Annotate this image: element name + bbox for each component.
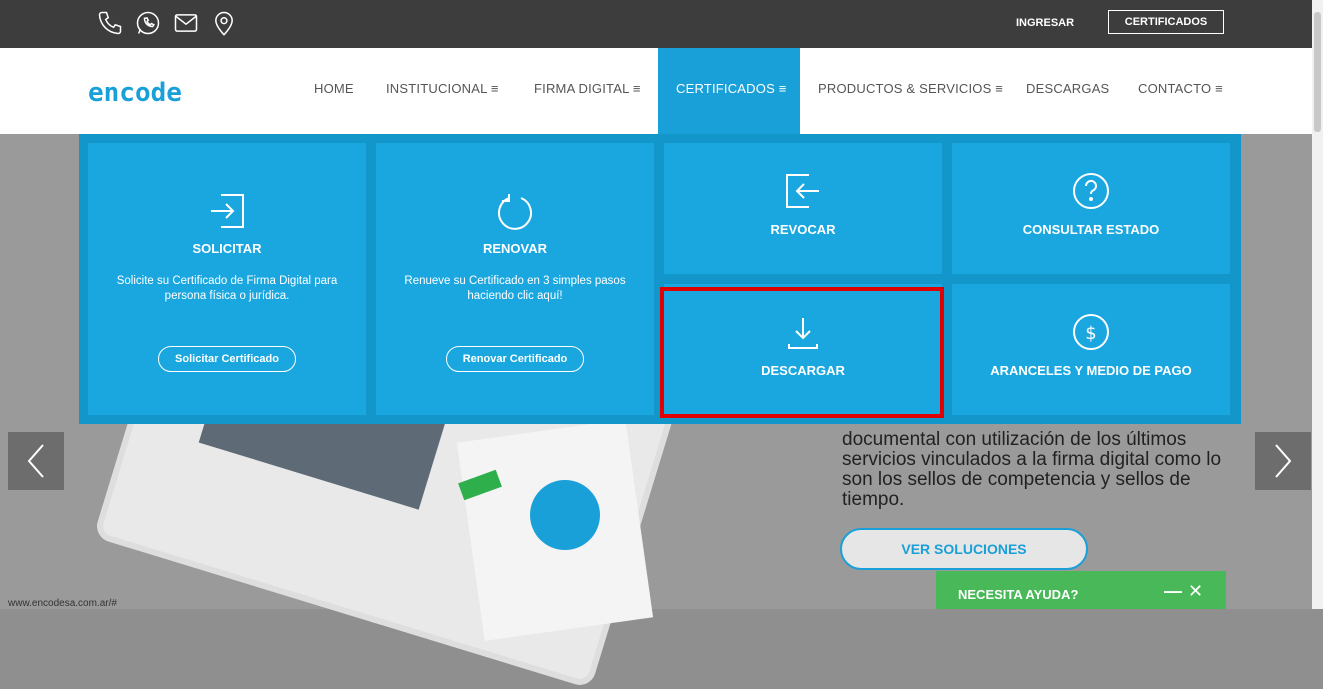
question-circle-icon <box>1073 173 1109 209</box>
slider-next-button[interactable] <box>1255 432 1311 490</box>
dollar-circle-icon: $ <box>1073 314 1109 350</box>
scrollbar[interactable] <box>1312 0 1323 609</box>
scrollbar-thumb[interactable] <box>1314 12 1321 132</box>
tile-title: REVOCAR <box>770 222 836 237</box>
tile-renovar[interactable]: RENOVAR Renueve su Certificado en 3 simp… <box>376 143 654 415</box>
ver-soluciones-button[interactable]: VER SOLUCIONES <box>840 528 1088 570</box>
svg-text:encode: encode <box>88 81 182 105</box>
nav-descargas[interactable]: DESCARGAS <box>1026 81 1109 101</box>
hero-text: documental con utilización de los último… <box>842 429 1222 510</box>
tile-description: Solicite su Certificado de Firma Digital… <box>116 275 338 302</box>
status-bar-url: www.encodesa.com.ar/# <box>8 598 117 609</box>
seal-image <box>530 480 600 550</box>
ingresar-link[interactable]: INGRESAR <box>1016 17 1074 29</box>
close-icon[interactable]: ✕ <box>1188 581 1203 602</box>
nav-productos-servicios[interactable]: PRODUCTOS & SERVICIOS ≡ <box>818 81 1003 101</box>
location-pin-icon[interactable] <box>210 9 238 37</box>
encode-logo[interactable]: encode <box>88 81 240 105</box>
tile-description: Renueve su Certificado en 3 simples paso… <box>404 275 626 302</box>
chevron-left-icon <box>27 444 44 478</box>
nav-contacto[interactable]: CONTACTO ≡ <box>1138 81 1223 101</box>
selection-highlight <box>660 287 944 418</box>
certificados-button[interactable]: CERTIFICADOS <box>1108 10 1224 34</box>
tile-revocar[interactable]: REVOCAR <box>664 143 942 274</box>
main-nav: encode HOME INSTITUCIONAL ≡ FIRMA DIGITA… <box>0 48 1312 134</box>
renovar-certificado-button[interactable]: Renovar Certificado <box>445 346 585 372</box>
solicitar-certificado-button[interactable]: Solicitar Certificado <box>158 346 296 372</box>
tile-title: CONSULTAR ESTADO <box>1022 222 1160 237</box>
refresh-icon <box>498 194 532 230</box>
sign-out-icon <box>786 174 819 208</box>
help-chat-bar[interactable]: NECESITA AYUDA? — ✕ <box>936 571 1226 609</box>
phone-icon[interactable] <box>96 9 124 37</box>
chevron-right-icon <box>1275 444 1292 478</box>
tile-title: ARANCELES Y MEDIO DE PAGO <box>990 363 1192 378</box>
contact-icons <box>96 9 238 37</box>
tile-aranceles[interactable]: $ ARANCELES Y MEDIO DE PAGO <box>952 284 1230 415</box>
mail-icon[interactable] <box>172 9 200 37</box>
svg-text:$: $ <box>1085 323 1096 344</box>
tile-title: SOLICITAR <box>192 241 262 256</box>
nav-home[interactable]: HOME <box>314 81 354 101</box>
nav-certificados[interactable]: CERTIFICADOS ≡ <box>676 81 787 101</box>
whatsapp-icon[interactable] <box>134 9 162 37</box>
sign-in-icon <box>211 194 244 228</box>
help-label: NECESITA AYUDA? <box>958 587 1079 602</box>
minimize-icon[interactable]: — <box>1164 581 1182 602</box>
nav-institucional[interactable]: INSTITUCIONAL ≡ <box>386 81 499 101</box>
top-bar: INGRESAR CERTIFICADOS <box>0 0 1312 48</box>
slider-prev-button[interactable] <box>8 432 64 490</box>
tile-solicitar[interactable]: SOLICITAR Solicite su Certificado de Fir… <box>88 143 366 415</box>
tile-consultar-estado[interactable]: CONSULTAR ESTADO <box>952 143 1230 274</box>
nav-firma-digital[interactable]: FIRMA DIGITAL ≡ <box>534 81 641 101</box>
tile-title: RENOVAR <box>482 241 548 256</box>
